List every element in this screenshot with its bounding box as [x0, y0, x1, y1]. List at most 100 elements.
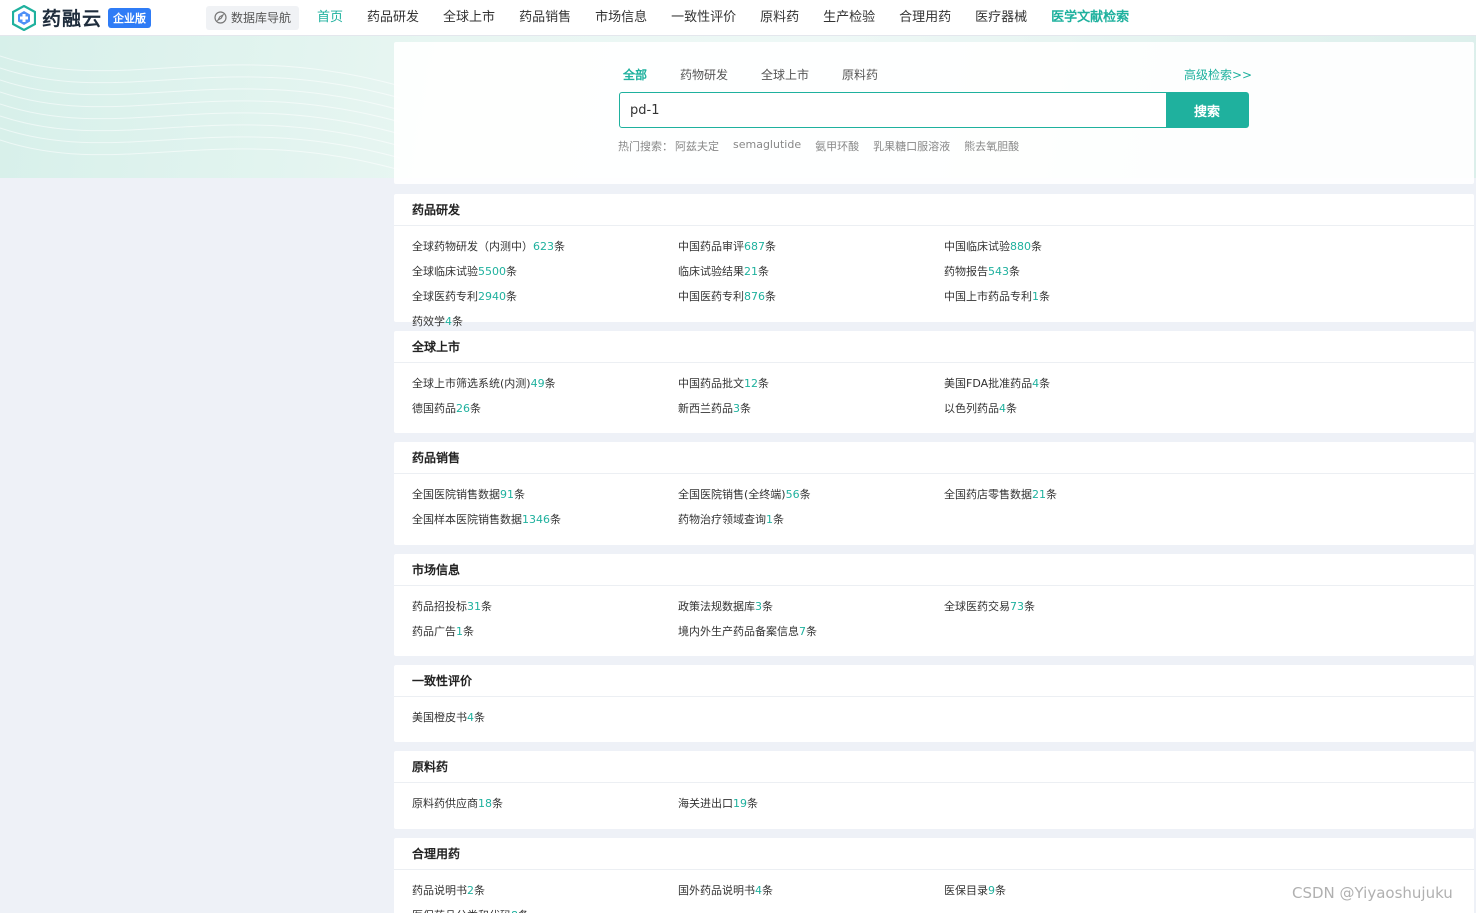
- result-link[interactable]: 美国橙皮书4条: [412, 705, 678, 730]
- result-link[interactable]: 海关进出口19条: [678, 791, 944, 816]
- result-link[interactable]: 药物报告543条: [944, 259, 1210, 284]
- logo[interactable]: 药融云 企业版: [11, 4, 182, 31]
- result-count: 56: [785, 488, 800, 501]
- result-link[interactable]: 全球上市筛选系统(内测)49条: [412, 371, 678, 396]
- search-input[interactable]: [620, 93, 1166, 127]
- result-link[interactable]: 境内外生产药品备案信息7条: [678, 619, 944, 644]
- nav-drug-rd[interactable]: 药品研发: [355, 0, 431, 36]
- section-api: 原料药 原料药供应商18条 海关进出口19条: [394, 751, 1474, 829]
- hot-search-term[interactable]: 阿兹夫定: [675, 138, 719, 154]
- nav-global-market[interactable]: 全球上市: [431, 0, 507, 36]
- result-count: 49: [530, 377, 545, 390]
- search-tab-drug-rd[interactable]: 药物研发: [680, 66, 728, 83]
- result-link[interactable]: 医保药品分类和代码8条: [412, 903, 678, 913]
- result-link[interactable]: 全国药店零售数据21条: [944, 482, 1210, 507]
- result-count: 12: [744, 377, 758, 390]
- section-consistency-eval: 一致性评价美国橙皮书4条: [394, 665, 1474, 742]
- nav-consistency-eval[interactable]: 一致性评价: [659, 0, 748, 36]
- result-label: 全球药物研发（内测中）: [412, 240, 533, 253]
- nav-api[interactable]: 原料药: [748, 0, 811, 36]
- result-label: 中国临床试验: [944, 240, 1010, 253]
- result-count: 26: [456, 402, 470, 415]
- result-unit: 条: [463, 625, 474, 638]
- result-unit: 条: [514, 488, 525, 501]
- result-link[interactable]: 药物治疗领域查询1条: [678, 507, 944, 532]
- result-link[interactable]: 全国医院销售数据91条: [412, 482, 678, 507]
- hot-search-term[interactable]: 氨甲环酸: [815, 138, 859, 154]
- result-label: 药品说明书: [412, 884, 467, 897]
- result-label: 全国医院销售(全终端): [678, 488, 786, 501]
- result-label: 医保目录: [944, 884, 988, 897]
- section-drug-sales: 药品销售 全国医院销售数据91条 全国医院销售(全终端)56条 全国药店零售数据21条…: [394, 442, 1474, 545]
- watermark: CSDN @Yiyaoshujuku: [1292, 884, 1453, 902]
- result-label: 中国药品审评: [678, 240, 744, 253]
- result-count: 21: [744, 265, 758, 278]
- result-link[interactable]: 全球医药专利2940条: [412, 284, 678, 309]
- hot-search-term[interactable]: 乳果糖口服溶液: [873, 138, 950, 154]
- database-nav-button[interactable]: 数据库导航: [206, 5, 300, 30]
- section-title: 市场信息: [394, 554, 1474, 586]
- result-link[interactable]: 中国上市药品专利1条: [944, 284, 1210, 309]
- result-unit: 条: [773, 513, 784, 526]
- result-link[interactable]: 全国样本医院销售数据1346条: [412, 507, 678, 532]
- result-link[interactable]: 德国药品26条: [412, 396, 678, 421]
- advanced-search-link[interactable]: 高级检索>>: [1184, 66, 1252, 83]
- section-title: 药品销售: [394, 442, 1474, 474]
- nav-literature-search[interactable]: 医学文献检索: [1039, 0, 1141, 36]
- nav-market-info[interactable]: 市场信息: [583, 0, 659, 36]
- result-link[interactable]: 中国药品批文12条: [678, 371, 944, 396]
- top-navbar: 药融云 企业版 数据库导航 首页 药品研发 全球上市 药品销售 市场信息 一致性…: [0, 0, 1476, 36]
- result-link[interactable]: 中国医药专利876条: [678, 284, 944, 309]
- result-link[interactable]: 政策法规数据库3条: [678, 594, 944, 619]
- nav-home[interactable]: 首页: [305, 0, 355, 36]
- result-unit: 条: [758, 265, 769, 278]
- result-link[interactable]: 国外药品说明书4条: [678, 878, 944, 903]
- result-link[interactable]: 中国临床试验880条: [944, 234, 1210, 259]
- nav-medical-devices[interactable]: 医疗器械: [963, 0, 1039, 36]
- section-market-info: 市场信息药品招投标31条 政策法规数据库3条 全球医药交易73条药品广告1条 境内外生…: [394, 554, 1474, 656]
- result-link[interactable]: 全球临床试验5500条: [412, 259, 678, 284]
- result-label: 全国样本医院销售数据: [412, 513, 522, 526]
- result-count: 91: [500, 488, 514, 501]
- result-unit: 条: [762, 600, 773, 613]
- result-label: 国外药品说明书: [678, 884, 755, 897]
- result-count: 4: [467, 711, 474, 724]
- hot-search-term[interactable]: 熊去氧胆酸: [964, 138, 1019, 154]
- result-link[interactable]: 医保目录9条: [944, 878, 1210, 903]
- result-link[interactable]: 以色列药品4条: [944, 396, 1210, 421]
- nav-drug-sales[interactable]: 药品销售: [507, 0, 583, 36]
- result-link[interactable]: 药品说明书2条: [412, 878, 678, 903]
- search-tab-all[interactable]: 全部: [623, 66, 647, 83]
- section-drug-rd: 药品研发 全球药物研发（内测中）623条 中国药品审评687条 中国临床试验880条全…: [394, 194, 1474, 328]
- result-link[interactable]: 全国医院销售(全终端)56条: [678, 482, 944, 507]
- result-link[interactable]: 原料药供应商18条: [412, 791, 678, 816]
- search-tab-global-market[interactable]: 全球上市: [761, 66, 809, 83]
- result-unit: 条: [806, 625, 817, 638]
- section-title: 一致性评价: [394, 665, 1474, 697]
- hot-search-term[interactable]: semaglutide: [733, 138, 801, 154]
- search-tab-api[interactable]: 原料药: [842, 66, 878, 83]
- result-link[interactable]: 临床试验结果21条: [678, 259, 944, 284]
- result-link[interactable]: 全球药物研发（内测中）623条: [412, 234, 678, 259]
- result-link[interactable]: 中国药品审评687条: [678, 234, 944, 259]
- hot-search-label: 热门搜索：: [618, 140, 673, 153]
- result-count: 1346: [522, 513, 550, 526]
- result-count: 623: [533, 240, 554, 253]
- nav-rational-drug-use[interactable]: 合理用药: [887, 0, 963, 36]
- result-unit: 条: [765, 240, 776, 253]
- result-link[interactable]: 新西兰药品3条: [678, 396, 944, 421]
- result-unit: 条: [550, 513, 561, 526]
- section-items: 美国橙皮书4条: [394, 697, 1474, 730]
- result-count: 880: [1010, 240, 1031, 253]
- result-link[interactable]: 药品招投标31条: [412, 594, 678, 619]
- result-unit: 条: [452, 315, 463, 328]
- result-unit: 条: [765, 290, 776, 303]
- result-label: 新西兰药品: [678, 402, 733, 415]
- result-link[interactable]: 美国FDA批准药品4条: [944, 371, 1210, 396]
- nav-production-inspection[interactable]: 生产检验: [811, 0, 887, 36]
- search-button[interactable]: 搜索: [1166, 93, 1248, 127]
- result-link[interactable]: 全球医药交易73条: [944, 594, 1210, 619]
- result-label: 原料药供应商: [412, 797, 478, 810]
- database-nav-label: 数据库导航: [231, 11, 292, 25]
- result-link[interactable]: 药品广告1条: [412, 619, 678, 644]
